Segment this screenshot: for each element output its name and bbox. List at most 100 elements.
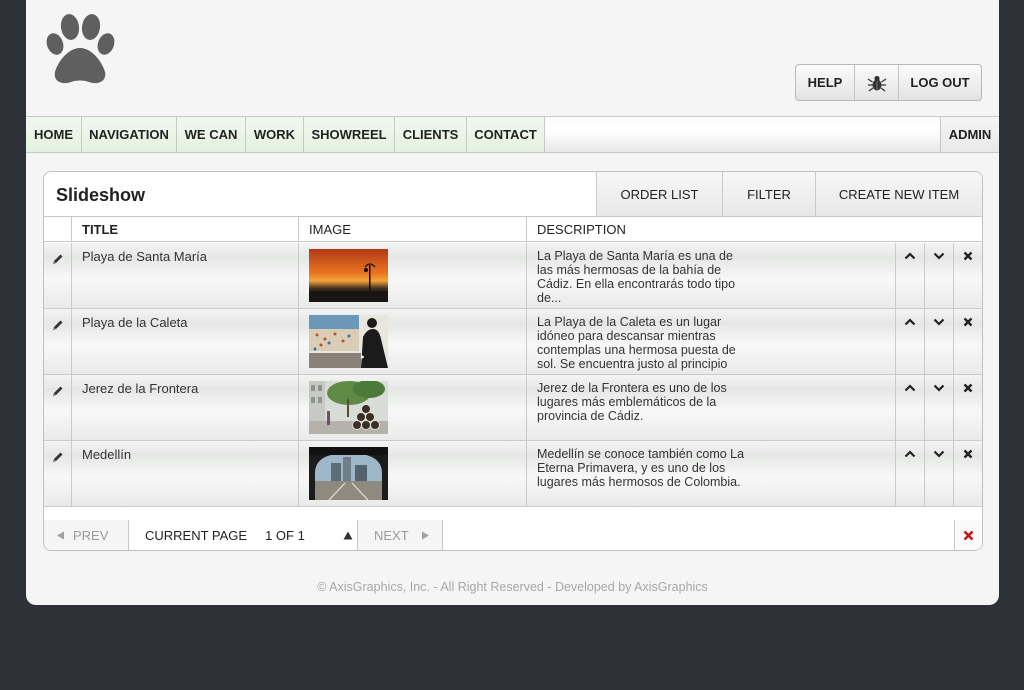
nav-item-admin[interactable]: ADMIN — [940, 117, 999, 152]
pencil-icon — [53, 254, 63, 264]
panel-title: Slideshow — [56, 185, 146, 205]
nav-label: WE CAN — [184, 127, 238, 142]
delete-row-button[interactable] — [953, 309, 982, 374]
row-description: Jerez de la Frontera es uno de los lugar… — [526, 375, 896, 440]
column-header-description: DESCRIPTION — [526, 217, 982, 242]
paw-icon — [46, 14, 115, 84]
nav-item-navigation[interactable]: NAVIGATION — [82, 117, 177, 152]
move-down-button[interactable] — [924, 441, 953, 506]
table-row: Playa de la Caleta La Playa de la Caleta… — [44, 309, 982, 375]
copyright-text: © AxisGraphics, Inc. - All Right Reserve… — [317, 580, 708, 594]
chevron-up-icon — [904, 318, 916, 326]
close-icon — [963, 317, 973, 327]
edit-button[interactable] — [44, 309, 72, 374]
bug-icon — [867, 75, 886, 92]
row-title: Playa de Santa María — [71, 243, 299, 308]
column-header-title[interactable]: TITLE — [71, 217, 299, 242]
chevron-up-icon — [904, 252, 916, 260]
next-label: NEXT — [374, 527, 409, 543]
next-page-button[interactable]: NEXT — [358, 520, 443, 550]
triangle-up-icon — [343, 531, 353, 539]
action-label: ORDER LIST — [620, 186, 699, 202]
medellin-station-photo — [309, 447, 388, 500]
description-text: La Playa de la Caleta es un lugar idóneo… — [537, 315, 736, 371]
nav-item-home[interactable]: HOME — [26, 117, 82, 152]
app-frame: HELP LOG OUT HOME NAVIGATION WE CAN WORK… — [26, 0, 999, 605]
move-up-button[interactable] — [895, 309, 924, 374]
edit-button[interactable] — [44, 441, 72, 506]
sunset-beach-photo — [309, 249, 388, 302]
slideshow-panel: Slideshow ORDER LIST FILTER CREATE NEW I… — [43, 171, 983, 551]
row-description: La Playa de la Caleta es un lugar idóneo… — [526, 309, 896, 374]
row-image — [298, 243, 526, 308]
nav-label: CLIENTS — [402, 127, 459, 142]
nav-item-contact[interactable]: CONTACT — [467, 117, 545, 152]
move-down-button[interactable] — [924, 309, 953, 374]
move-down-button[interactable] — [924, 375, 953, 440]
move-up-button[interactable] — [895, 375, 924, 440]
delete-all-button[interactable] — [954, 520, 982, 550]
close-icon — [963, 449, 973, 459]
pencil-icon — [53, 452, 63, 462]
top-toolbar: HELP LOG OUT — [795, 64, 982, 101]
chevron-up-icon — [904, 384, 916, 392]
description-text: Jerez de la Frontera es uno de los lugar… — [537, 381, 727, 423]
current-page-selector[interactable]: CURRENT PAGE 1 OF 1 — [129, 520, 358, 550]
nav-item-clients[interactable]: CLIENTS — [395, 117, 467, 152]
chevron-up-icon — [904, 450, 916, 458]
create-new-item-button[interactable]: CREATE NEW ITEM — [816, 172, 982, 216]
jerez-street-photo — [309, 381, 388, 434]
row-title: Medellín — [71, 441, 299, 506]
action-label: CREATE NEW ITEM — [838, 186, 960, 202]
move-down-button[interactable] — [924, 243, 953, 308]
prev-page-button[interactable]: PREV — [44, 520, 129, 550]
filter-button[interactable]: FILTER — [723, 172, 816, 216]
chevron-down-icon — [933, 252, 945, 260]
row-image — [298, 375, 526, 440]
row-image — [298, 441, 526, 506]
delete-row-button[interactable] — [953, 441, 982, 506]
bug-button[interactable] — [855, 65, 899, 100]
logout-label: LOG OUT — [910, 75, 970, 90]
prev-label: PREV — [73, 527, 109, 543]
move-up-button[interactable] — [895, 441, 924, 506]
description-text: Medellín se conoce también como La Etern… — [537, 447, 745, 489]
triangle-left-icon — [57, 531, 64, 539]
delete-icon — [963, 530, 974, 540]
nav-label: SHOWREEL — [311, 127, 387, 142]
triangle-right-icon — [421, 531, 429, 539]
row-title: Playa de la Caleta — [71, 309, 299, 374]
nav-item-work[interactable]: WORK — [246, 117, 304, 152]
action-label: FILTER — [747, 186, 791, 202]
row-image — [298, 309, 526, 374]
nav-label: HOME — [34, 127, 73, 142]
row-description: La Playa de Santa María es una de las má… — [526, 243, 896, 308]
logout-button[interactable]: LOG OUT — [899, 65, 981, 100]
current-page-label: CURRENT PAGE — [145, 527, 248, 543]
nav-item-we-can[interactable]: WE CAN — [177, 117, 246, 152]
order-list-button[interactable]: ORDER LIST — [597, 172, 723, 216]
nav-label: WORK — [253, 127, 296, 142]
edit-button[interactable] — [44, 243, 72, 308]
nav-label: ADMIN — [948, 127, 992, 142]
column-header-image: IMAGE — [298, 217, 526, 242]
help-button[interactable]: HELP — [796, 65, 855, 100]
close-icon — [963, 251, 973, 261]
panel-header: Slideshow ORDER LIST FILTER CREATE NEW I… — [44, 172, 982, 217]
nav-label: CONTACT — [474, 127, 537, 142]
table-header: TITLE IMAGE DESCRIPTION — [44, 217, 982, 242]
move-up-button[interactable] — [895, 243, 924, 308]
help-label: HELP — [807, 75, 843, 90]
table-row: Playa de Santa María La Playa de Santa M… — [44, 243, 982, 309]
row-title: Jerez de la Frontera — [71, 375, 299, 440]
panel-actions: ORDER LIST FILTER CREATE NEW ITEM — [596, 172, 982, 216]
table-row: Medellín Medellín se conoce también como… — [44, 441, 982, 507]
edit-button[interactable] — [44, 375, 72, 440]
delete-row-button[interactable] — [953, 375, 982, 440]
pager: PREV CURRENT PAGE 1 OF 1 NEXT — [44, 520, 982, 550]
nav-item-showreel[interactable]: SHOWREEL — [304, 117, 395, 152]
table-row: Jerez de la Frontera Jerez de la Fronter… — [44, 375, 982, 441]
delete-row-button[interactable] — [953, 243, 982, 308]
nav-label: NAVIGATION — [89, 127, 169, 142]
